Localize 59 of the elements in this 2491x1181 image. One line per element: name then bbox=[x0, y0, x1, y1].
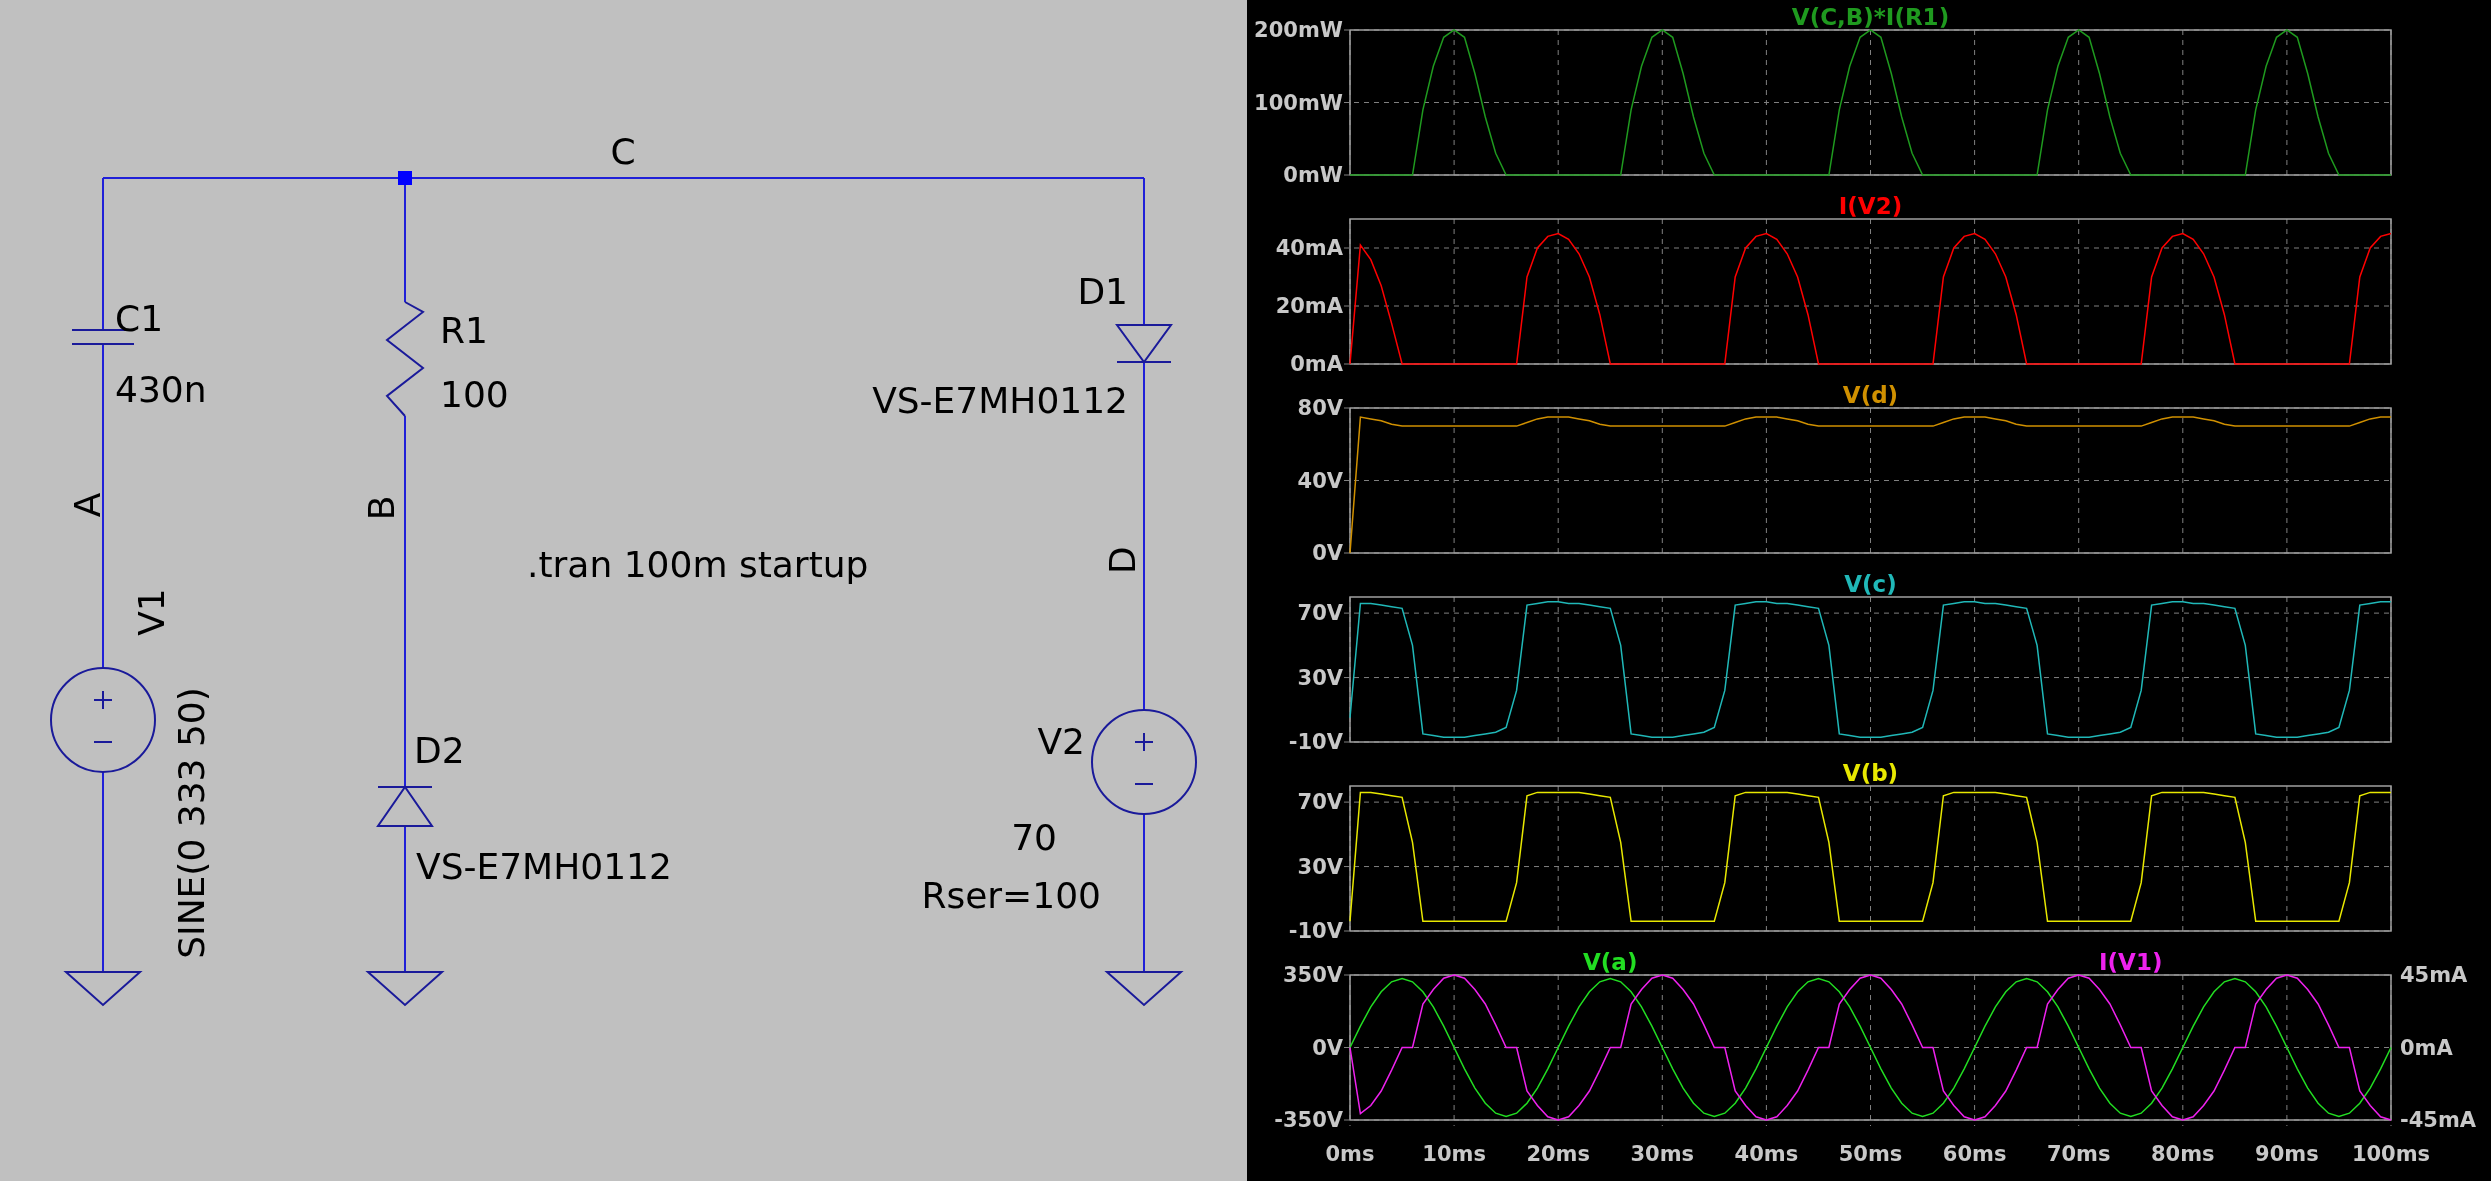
axis-tick-label: 40V bbox=[1297, 468, 1343, 493]
axis-tick-label: 30ms bbox=[1630, 1142, 1695, 1166]
axis-tick-label: 0mW bbox=[1283, 163, 1343, 187]
component-value: SINE(0 333 50) bbox=[170, 687, 212, 959]
net-label: A bbox=[66, 492, 108, 518]
component-name: V2 bbox=[1037, 720, 1085, 762]
trace-name[interactable]: V(a) bbox=[1583, 949, 1638, 975]
trace-name[interactable]: V(b) bbox=[1842, 760, 1899, 786]
axis-tick-label: -10V bbox=[1288, 919, 1343, 943]
component-value: 100 bbox=[440, 373, 509, 415]
net-label: B bbox=[360, 495, 402, 521]
component-value: VS-E7MH0112 bbox=[872, 379, 1128, 421]
axis-tick-label: -350V bbox=[1274, 1108, 1343, 1132]
axis-tick-label: 10ms bbox=[1422, 1142, 1486, 1166]
axis-tick-label: 100ms bbox=[2351, 1142, 2431, 1166]
axis-tick-label: -10V bbox=[1288, 730, 1343, 754]
axis-tick-label: 200mW bbox=[1254, 18, 1343, 42]
axis-tick-label: 40ms bbox=[1734, 1142, 1799, 1166]
component-value: 430n bbox=[115, 368, 207, 410]
axis-tick-label: 80ms bbox=[2151, 1142, 2215, 1166]
axis-tick-label: 60ms bbox=[1942, 1142, 2007, 1166]
component-name: R1 bbox=[440, 309, 488, 351]
trace-name[interactable]: V(c) bbox=[1844, 571, 1897, 597]
component-parameter: Rser=100 bbox=[921, 874, 1101, 916]
axis-tick-label: 350V bbox=[1282, 963, 1343, 987]
component-name: V1 bbox=[130, 588, 172, 636]
axis-tick-label: 0ms bbox=[1325, 1142, 1375, 1166]
axis-tick-label: 100mW bbox=[1254, 90, 1343, 115]
net-label: C bbox=[610, 130, 636, 172]
axis-tick-label: 40mA bbox=[1275, 236, 1343, 260]
axis-tick-label: 30V bbox=[1297, 665, 1343, 690]
axis-tick-label: 70ms bbox=[2046, 1142, 2111, 1166]
component-name: C1 bbox=[115, 297, 164, 339]
axis-tick-label: 80V bbox=[1297, 396, 1343, 420]
axis-tick-label: 0V bbox=[1312, 1035, 1343, 1060]
net-label: D bbox=[1101, 546, 1143, 574]
axis-tick-label: 20ms bbox=[1526, 1142, 1590, 1166]
trace-name[interactable]: I(V1) bbox=[2099, 949, 2163, 975]
axis-tick-label: 50ms bbox=[1838, 1142, 1903, 1166]
axis-tick-label: 45mA bbox=[2400, 963, 2468, 987]
diode-symbol bbox=[377, 786, 434, 827]
axis-tick-label: 70V bbox=[1297, 790, 1343, 815]
component-value: VS-E7MH0112 bbox=[416, 845, 672, 887]
spice-directive: .tran 100m startup bbox=[527, 543, 869, 585]
trace-name[interactable]: V(d) bbox=[1842, 382, 1899, 408]
axis-tick-label: 0mA bbox=[1290, 352, 1343, 376]
component-value: 70 bbox=[1011, 816, 1057, 858]
axis-tick-label: 70V bbox=[1297, 601, 1343, 626]
trace-name[interactable]: V(C,B)*I(R1) bbox=[1791, 4, 1950, 30]
component-name: D1 bbox=[1077, 270, 1128, 312]
axis-tick-label: 20mA bbox=[1275, 294, 1343, 318]
axis-tick-label: 90ms bbox=[2255, 1142, 2319, 1166]
component-name: D2 bbox=[414, 729, 465, 771]
axis-tick-label: 30V bbox=[1297, 854, 1343, 879]
axis-tick-label: 0mA bbox=[2400, 1035, 2453, 1060]
trace-name[interactable]: I(V2) bbox=[1838, 193, 1903, 219]
diode-symbol bbox=[1116, 324, 1173, 363]
axis-tick-label: 0V bbox=[1312, 541, 1343, 565]
axis-tick-label: -45mA bbox=[2400, 1108, 2477, 1132]
